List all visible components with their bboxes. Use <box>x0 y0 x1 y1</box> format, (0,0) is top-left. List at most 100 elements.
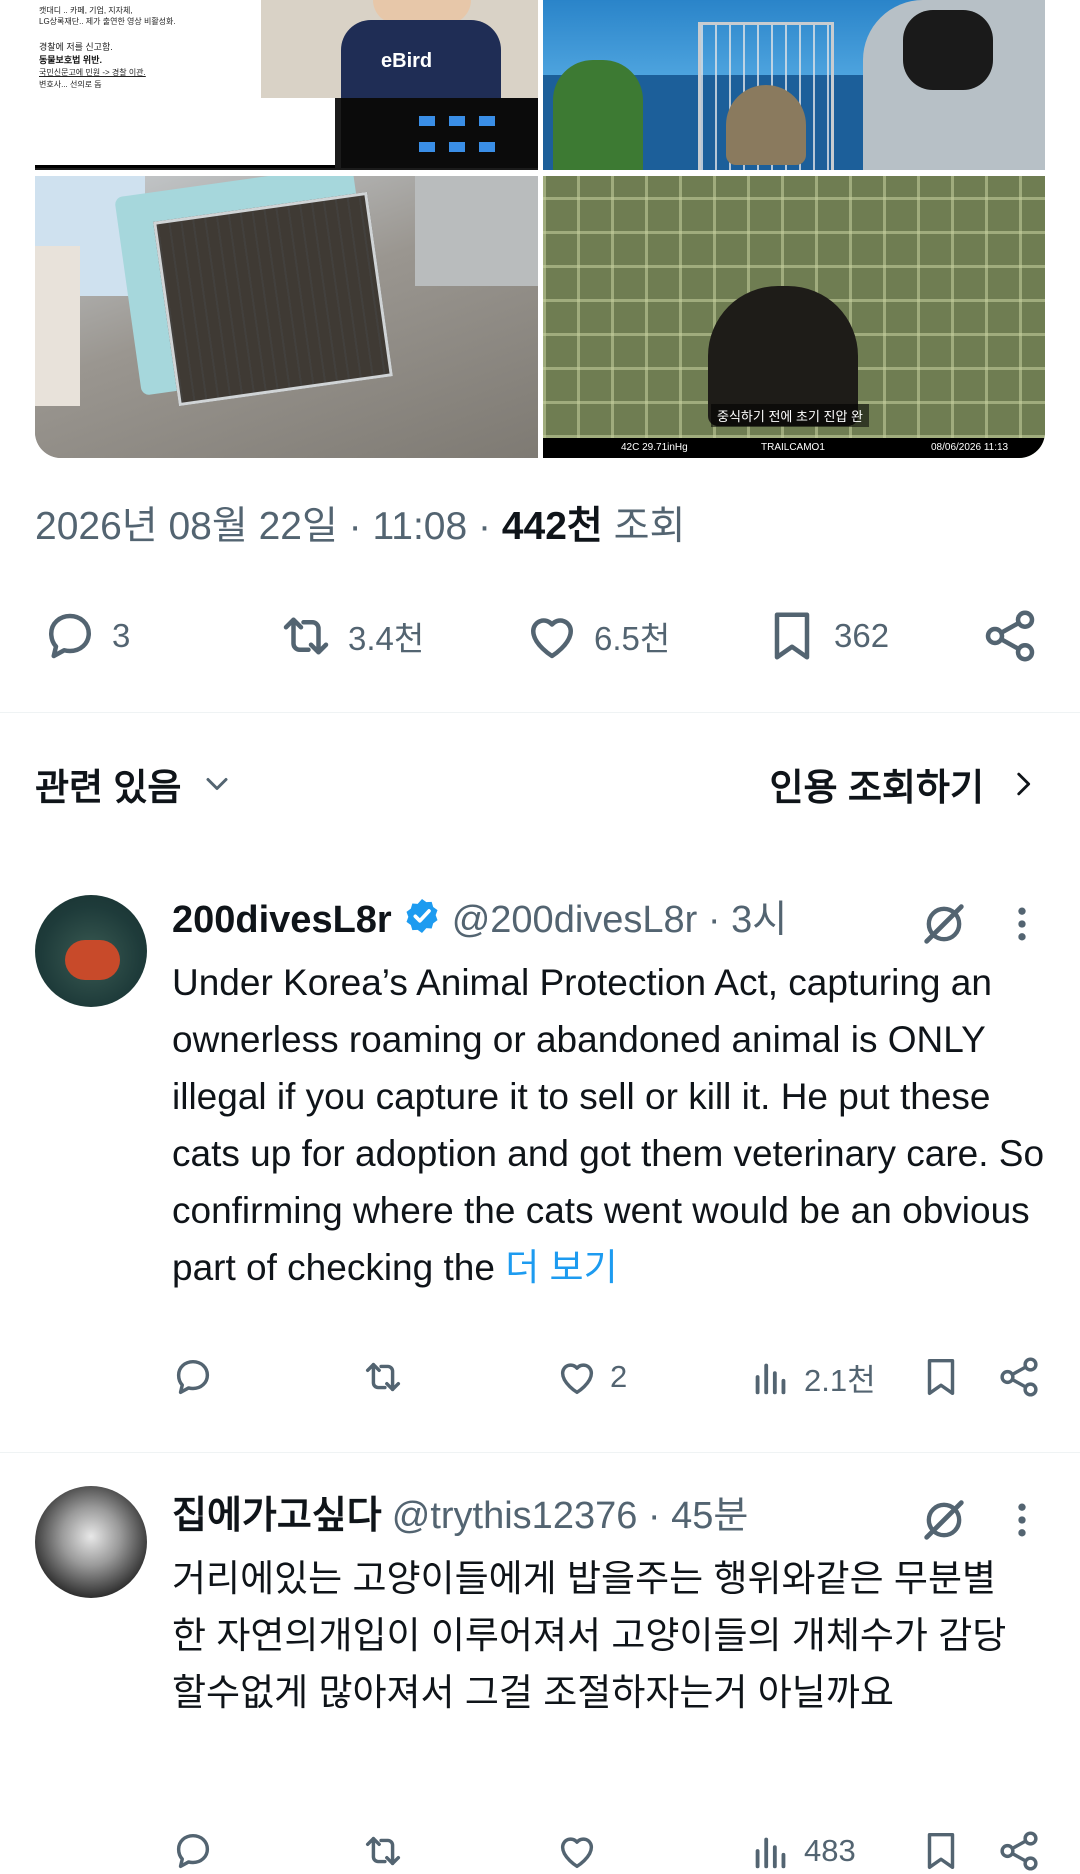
text-line-3: 경찰에 저를 신고함. <box>39 42 113 52</box>
reply-button[interactable]: 3 <box>40 598 130 674</box>
camera-info-bar: 42C 29.71inHg TRAILCAMO1 08/06/2026 11:1… <box>543 438 1045 458</box>
camera-temp: 42C 29.71inHg <box>621 442 688 453</box>
reply-icon <box>176 1359 210 1395</box>
more-options-icon[interactable] <box>1008 902 1036 946</box>
reply-header: 집에가고싶다 @trythis12376 · 45분 <box>172 1484 748 1539</box>
bookmark-button[interactable] <box>918 1828 964 1874</box>
reply-text: 거리에있는 고양이들에게 밥을주는 행위와같은 무분별한 자연의개입이 이루어져… <box>172 1550 1022 1721</box>
bookmark-button[interactable]: 362 <box>762 598 889 674</box>
view-count: 2.1천 <box>804 1362 876 1398</box>
shirt-text: eBird <box>381 50 433 72</box>
mask <box>903 10 993 90</box>
heart-icon <box>560 1363 594 1395</box>
like-button[interactable] <box>554 1828 600 1874</box>
heart-icon <box>531 618 573 659</box>
divider <box>0 1452 1080 1453</box>
repost-icon <box>283 617 329 655</box>
share-button[interactable] <box>980 598 1040 674</box>
cage <box>153 191 393 407</box>
analytics-icon <box>755 1837 786 1869</box>
view-quotes-link[interactable]: 인용 조회하기 <box>769 757 1040 811</box>
related-label: 관련 있음 <box>35 767 182 808</box>
text-line-4: 동물보호법 위반. <box>39 55 102 65</box>
reply-button[interactable] <box>170 1828 216 1874</box>
diver <box>65 940 120 980</box>
view-count: 442천 <box>501 505 603 548</box>
reply-icon <box>49 613 91 659</box>
share-button[interactable] <box>996 1828 1042 1874</box>
text-line-2: LG상록재단.. 제가 출연한 영상 비활성화. <box>39 17 176 26</box>
analytics-icon <box>755 1363 786 1395</box>
cage <box>698 22 834 170</box>
camera-name: TRAILCAMO1 <box>761 442 825 453</box>
media-grid[interactable]: 캣대디 .. 카페, 기업, 지자체, LG상록재단.. 제가 출연한 영상 비… <box>35 0 1045 458</box>
heart-icon <box>560 1837 594 1869</box>
reply-header: 200divesL8r @200divesL8r · 3시 <box>172 888 787 943</box>
reply-text: Under Korea’s Animal Protection Act, cap… <box>172 954 1052 1296</box>
plant <box>553 60 643 170</box>
repost-button[interactable] <box>360 1828 406 1874</box>
text-line-6: 변호사... 선의로 돕 <box>39 80 102 89</box>
repost-button[interactable]: 3.4천 <box>276 598 424 674</box>
view-count: 483 <box>804 1833 856 1868</box>
post-meta: 2026년 08월 22일 · 11:08 · 442천 조회 <box>35 495 685 551</box>
like-button[interactable]: 2 <box>554 1354 627 1400</box>
bookmark-icon <box>927 1832 955 1870</box>
repost-count: 3.4천 <box>348 620 425 657</box>
reply-body: 거리에있는 고양이들에게 밥을주는 행위와같은 무분별한 자연의개입이 이루어져… <box>172 1558 1007 1713</box>
media-image-1[interactable]: 캣대디 .. 카페, 기업, 지자체, LG상록재단.. 제가 출연한 영상 비… <box>35 0 538 170</box>
related-sort-toggle[interactable]: 관련 있음 <box>35 757 235 811</box>
avatar[interactable] <box>35 895 147 1007</box>
bookmark-icon <box>927 1358 955 1396</box>
repost-icon <box>365 1362 401 1392</box>
like-button[interactable]: 6.5천 <box>522 598 670 674</box>
display-name[interactable]: 집에가고싶다 <box>172 1484 382 1539</box>
person <box>863 0 1045 170</box>
grok-icon[interactable] <box>918 898 970 950</box>
share-icon <box>985 610 1035 662</box>
views-button[interactable]: 2.1천 <box>748 1354 876 1400</box>
bookmark-icon <box>774 612 810 660</box>
repost-button[interactable] <box>360 1354 406 1400</box>
share-icon <box>1000 1831 1038 1871</box>
post-actions: 3 3.4천 6.5천 362 <box>0 598 1080 674</box>
bookmark-count: 362 <box>834 617 890 654</box>
reply-icon <box>176 1833 210 1869</box>
camera-datetime: 08/06/2026 11:13 <box>931 442 1009 453</box>
video-caption: 중식하기 전에 초기 진압 완 <box>711 404 870 427</box>
media-image-4[interactable]: 중식하기 전에 초기 진압 완 42C 29.71inHg TRAILCAMO1… <box>543 176 1045 458</box>
more-options-icon[interactable] <box>1008 1498 1036 1542</box>
verified-badge-icon <box>406 898 438 933</box>
chevron-down-icon <box>206 778 228 790</box>
like-count: 2 <box>610 1359 628 1394</box>
view-label: 조회 <box>613 505 686 548</box>
media-image-2[interactable] <box>543 0 1045 170</box>
person-leg <box>35 246 80 406</box>
person-shirt: eBird <box>341 20 501 98</box>
reply-count: 3 <box>112 617 131 654</box>
reply-item[interactable]: 집에가고싶다 @trythis12376 · 45분 거리에있는 고양이들에게 … <box>0 1476 1080 1871</box>
text-line-5: 국민신문고에 민원 -> 경찰 이관. <box>39 68 146 77</box>
views-button[interactable]: 483 <box>748 1828 856 1874</box>
divider <box>0 712 1080 713</box>
view-quotes-label: 인용 조회하기 <box>769 767 984 808</box>
display-name[interactable]: 200divesL8r <box>172 899 392 942</box>
like-count: 6.5천 <box>594 620 671 657</box>
screen-panel <box>341 98 538 168</box>
reply-body: Under Korea’s Animal Protection Act, cap… <box>172 962 1045 1288</box>
share-button[interactable] <box>996 1354 1042 1400</box>
reply-item[interactable]: 200divesL8r @200divesL8r · 3시 Under Kore… <box>0 880 1080 1440</box>
bookmark-button[interactable] <box>918 1354 964 1400</box>
grok-icon[interactable] <box>918 1494 970 1546</box>
post-date: 2026년 08월 22일 · 11:08 · <box>35 505 492 548</box>
show-more-link[interactable]: 더 보기 <box>505 1247 617 1288</box>
media-image-3[interactable] <box>35 176 538 458</box>
share-icon <box>1000 1357 1038 1397</box>
cat <box>726 85 806 165</box>
handle-and-time: @trythis12376 · 45분 <box>391 1495 749 1537</box>
reply-button[interactable] <box>170 1354 216 1400</box>
avatar[interactable] <box>35 1486 147 1598</box>
chevron-right-icon <box>1017 772 1031 796</box>
handle-and-time: @200divesL8r · 3시 <box>451 899 788 941</box>
repost-icon <box>365 1836 401 1866</box>
